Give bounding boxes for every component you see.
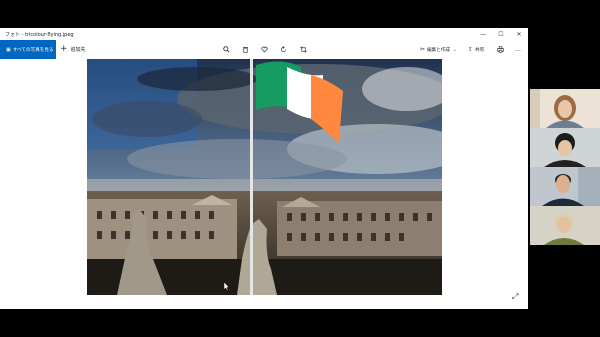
add-to-button[interactable]: + 追加先 <box>60 40 86 59</box>
participant-1-image <box>530 89 600 128</box>
close-button[interactable]: ✕ <box>510 28 528 40</box>
photos-icon: ▣ <box>6 46 11 53</box>
crop-button[interactable] <box>297 40 309 59</box>
minimize-button[interactable]: — <box>474 28 492 40</box>
zoom-button[interactable] <box>220 40 232 59</box>
trash-icon <box>242 47 248 53</box>
title-bar[interactable]: フォト - tricolour-flying.jpeg — ☐ ✕ <box>0 28 528 40</box>
plus-icon: + <box>60 44 68 54</box>
more-options-button[interactable]: ... <box>512 40 524 59</box>
participant-video-1[interactable] <box>530 89 600 128</box>
tricolour-photo <box>87 59 442 295</box>
window-title: フォト - tricolour-flying.jpeg <box>5 31 74 38</box>
toolbar: ▣ すべての写真を見る + 追加先 ✂ 編集と作成 ⌄ ⇪ 共有 ... <box>0 40 528 59</box>
maximize-button[interactable]: ☐ <box>492 28 510 40</box>
participant-2-image <box>530 128 600 167</box>
expand-icon[interactable]: ⤢ <box>512 292 518 302</box>
rotate-icon <box>280 46 286 52</box>
participant-4-image <box>530 206 600 245</box>
participant-3-image <box>530 167 600 206</box>
crop-icon <box>299 46 307 53</box>
participant-video-3[interactable] <box>530 167 600 206</box>
edit-icon: ✂ <box>420 46 426 53</box>
favorite-button[interactable] <box>258 40 270 59</box>
zoom-icon <box>222 46 230 53</box>
print-button[interactable] <box>494 40 506 59</box>
rotate-button[interactable] <box>277 40 289 59</box>
all-photos-button[interactable]: ▣ すべての写真を見る <box>0 40 56 59</box>
participant-video-4[interactable] <box>530 206 600 245</box>
all-photos-label: すべての写真を見る <box>12 47 54 53</box>
edit-create-label: 編集と作成 <box>427 47 451 53</box>
share-icon: ⇪ <box>468 46 474 53</box>
share-button[interactable]: ⇪ 共有 <box>468 40 484 59</box>
delete-button[interactable] <box>239 40 251 59</box>
mouse-cursor <box>224 282 230 291</box>
edit-create-button[interactable]: ✂ 編集と作成 ⌄ <box>420 40 456 59</box>
chevron-down-icon: ⌄ <box>453 47 457 52</box>
add-to-label: 追加先 <box>70 47 86 53</box>
participant-video-2[interactable] <box>530 128 600 167</box>
photo-viewer-image[interactable] <box>87 59 442 295</box>
print-icon <box>496 46 504 53</box>
heart-icon <box>260 46 268 53</box>
photos-app-window: フォト - tricolour-flying.jpeg — ☐ ✕ ▣ すべての… <box>0 28 528 309</box>
share-label: 共有 <box>475 47 485 53</box>
